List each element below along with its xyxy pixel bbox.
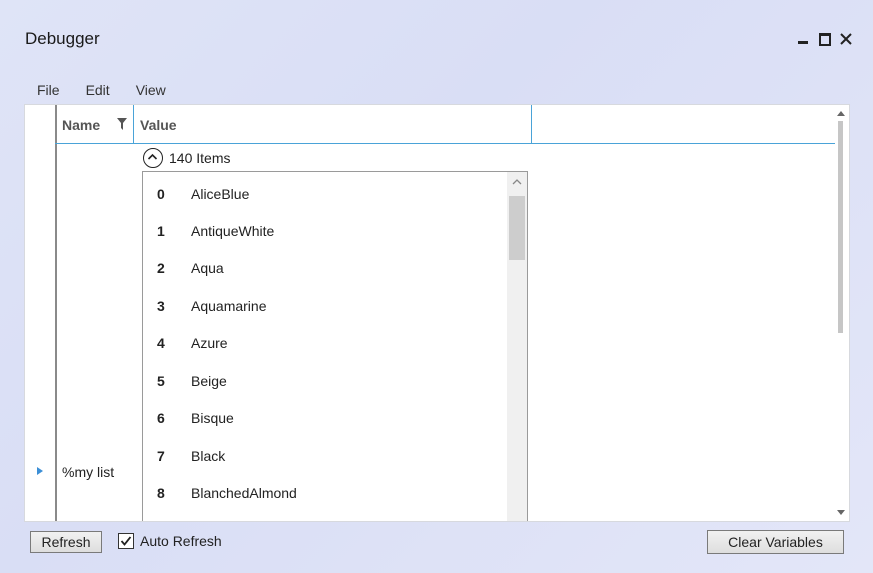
list-item-index: 1 — [157, 223, 165, 239]
triangle-down-icon[interactable] — [837, 510, 845, 516]
grid-header: Name Value — [57, 105, 833, 144]
grid-scroll-thumb[interactable] — [838, 121, 843, 333]
list-item-index: 2 — [157, 260, 165, 276]
column-header-name[interactable]: Name — [57, 105, 134, 143]
minimize-icon[interactable] — [797, 31, 811, 47]
list-item-index: 5 — [157, 373, 165, 389]
list-item[interactable]: 3 Aquamarine — [143, 288, 503, 325]
items-count-label: 140 Items — [169, 150, 231, 166]
header-divider — [55, 143, 835, 144]
list-item-index: 4 — [157, 335, 165, 351]
chevron-up-circle-icon[interactable] — [143, 148, 163, 168]
auto-refresh-toggle[interactable]: Auto Refresh — [118, 533, 222, 549]
close-icon[interactable] — [839, 31, 853, 47]
list-scrollbar[interactable] — [507, 172, 527, 521]
list-item-index: 3 — [157, 298, 165, 314]
list-scroll-thumb[interactable] — [509, 196, 525, 260]
menu-edit[interactable]: Edit — [73, 82, 123, 98]
auto-refresh-checkbox[interactable] — [118, 533, 134, 549]
window-title: Debugger — [25, 29, 100, 48]
list-item-value: Black — [191, 448, 226, 464]
column-header-value[interactable]: Value — [134, 105, 532, 143]
filter-icon[interactable] — [117, 117, 127, 131]
list-item-index: 8 — [157, 485, 165, 501]
list-item[interactable]: 4 Azure — [143, 325, 503, 362]
window-controls — [797, 31, 853, 47]
clear-variables-button[interactable]: Clear Variables — [707, 530, 844, 554]
list-item-value: Bisque — [191, 410, 234, 426]
row-header-column — [25, 105, 57, 521]
list-item[interactable]: 1 AntiqueWhite — [143, 213, 503, 250]
list-item-value: Beige — [191, 373, 227, 389]
list-item[interactable]: 7 Black — [143, 438, 503, 475]
list-item-value: Aquamarine — [191, 298, 267, 314]
list-item-index: 0 — [157, 186, 165, 202]
chevron-up-icon[interactable] — [512, 178, 522, 186]
items-list: 0 AliceBlue 1 AntiqueWhite 2 Aqua 3 Aqua… — [142, 171, 528, 521]
list-item-value: BlanchedAlmond — [191, 485, 297, 501]
column-header-name-label: Name — [62, 117, 101, 133]
list-item-index: 7 — [157, 448, 165, 464]
refresh-button[interactable]: Refresh — [30, 531, 102, 553]
checkmark-icon — [120, 536, 132, 546]
menu-file[interactable]: File — [25, 82, 73, 98]
maximize-icon[interactable] — [818, 31, 832, 47]
variable-name: %my list — [62, 464, 115, 480]
list-item[interactable]: 6 Bisque — [143, 400, 503, 437]
list-item-index: 6 — [157, 410, 165, 426]
triangle-up-icon[interactable] — [837, 110, 845, 116]
list-item[interactable]: 5 Beige — [143, 363, 503, 400]
list-item[interactable]: 0 AliceBlue — [143, 176, 503, 213]
auto-refresh-label: Auto Refresh — [140, 533, 222, 549]
row-expand-arrow-icon[interactable] — [37, 467, 43, 475]
column-header-value-label: Value — [140, 117, 177, 133]
list-item-value: AliceBlue — [191, 186, 250, 202]
menu-view[interactable]: View — [123, 82, 179, 98]
list-item-value: AntiqueWhite — [191, 223, 275, 239]
items-toggle[interactable]: 140 Items — [143, 148, 230, 168]
grid-scrollbar[interactable] — [833, 105, 849, 521]
list-item-value: Aqua — [191, 260, 224, 276]
menu-bar: File Edit View — [25, 82, 179, 98]
list-item[interactable]: 8 BlanchedAlmond — [143, 475, 503, 512]
variables-grid: Name Value %my list 140 Items 0 AliceBlu… — [24, 104, 850, 522]
list-item-value: Azure — [191, 335, 228, 351]
list-item[interactable]: 2 Aqua — [143, 250, 503, 287]
